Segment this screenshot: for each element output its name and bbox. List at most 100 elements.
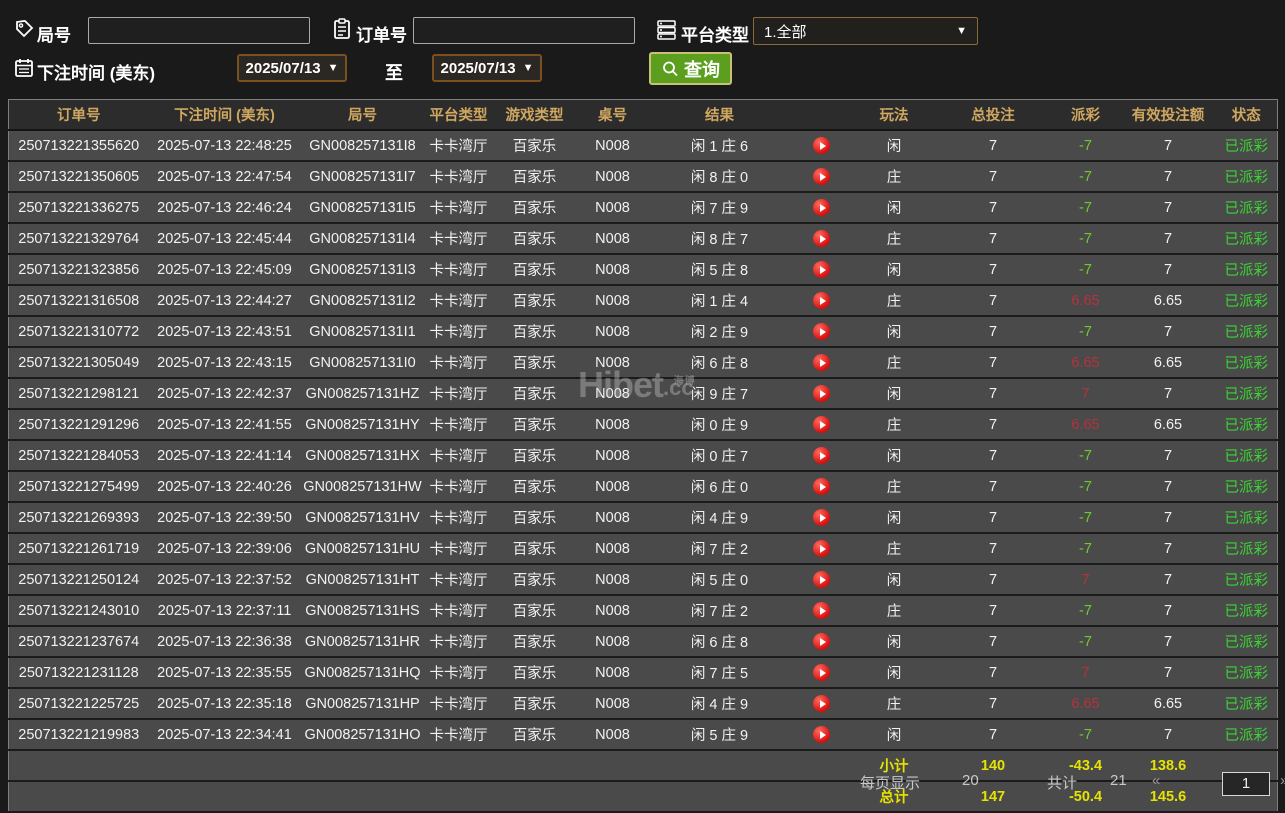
cell-result: 闲 7 庄 2 <box>648 533 791 565</box>
table-row: 250713221329764 2025-07-13 22:45:44 GN00… <box>8 223 1278 255</box>
date-range-to-label: 至 <box>385 63 403 83</box>
replay-play-button[interactable] <box>813 695 830 712</box>
search-button[interactable]: 查询 <box>649 52 732 85</box>
table-row: 250713221298121 2025-07-13 22:42:37 GN00… <box>8 378 1278 410</box>
replay-play-button[interactable] <box>813 633 830 650</box>
cell-table: N008 <box>576 316 649 348</box>
per-page-value[interactable]: 20 <box>962 772 979 789</box>
cell-payout: -7 <box>1050 471 1121 503</box>
replay-play-button[interactable] <box>813 323 830 340</box>
cell-bet-type: 庄 <box>852 688 936 720</box>
replay-play-button[interactable] <box>813 416 830 433</box>
play-icon <box>819 606 826 615</box>
cell-platform: 卡卡湾厅 <box>424 657 493 689</box>
platform-select[interactable]: 1.全部 ▼ <box>753 17 978 45</box>
cell-game: 百家乐 <box>492 533 577 565</box>
cell-order: 250713221305049 <box>8 347 149 379</box>
cell-order: 250713221237674 <box>8 626 149 658</box>
cell-total-bet: 7 <box>935 347 1051 379</box>
cell-game: 百家乐 <box>492 223 577 255</box>
replay-play-button[interactable] <box>813 261 830 278</box>
cell-round: GN008257131HX <box>300 440 425 472</box>
cell-payout: -7 <box>1050 533 1121 565</box>
table-row: 250713221350605 2025-07-13 22:47:54 GN00… <box>8 161 1278 193</box>
cell-payout: -7 <box>1050 719 1121 751</box>
cell-valid-bet: 6.65 <box>1120 688 1216 720</box>
play-icon <box>819 451 826 460</box>
replay-play-button[interactable] <box>813 664 830 681</box>
round-input[interactable] <box>88 17 310 44</box>
cell-bet-time: 2025-07-13 22:41:55 <box>148 409 301 441</box>
cell-table: N008 <box>576 533 649 565</box>
replay-play-button[interactable] <box>813 168 830 185</box>
replay-play-button[interactable] <box>813 478 830 495</box>
cell-bet-time: 2025-07-13 22:43:51 <box>148 316 301 348</box>
cell-replay <box>790 378 853 410</box>
cell-status: 已派彩 <box>1215 130 1278 162</box>
cell-round: GN008257131I3 <box>300 254 425 286</box>
replay-play-button[interactable] <box>813 571 830 588</box>
cell-bet-time: 2025-07-13 22:37:52 <box>148 564 301 596</box>
cell-order: 250713221350605 <box>8 161 149 193</box>
replay-play-button[interactable] <box>813 509 830 526</box>
cell-platform: 卡卡湾厅 <box>424 285 493 317</box>
cell-bet-type: 庄 <box>852 471 936 503</box>
cell-status: 已派彩 <box>1215 409 1278 441</box>
replay-play-button[interactable] <box>813 385 830 402</box>
cell-status: 已派彩 <box>1215 471 1278 503</box>
replay-play-button[interactable] <box>813 354 830 371</box>
replay-play-button[interactable] <box>813 230 830 247</box>
col-status: 状态 <box>1215 99 1278 131</box>
replay-play-button[interactable] <box>813 602 830 619</box>
cell-result: 闲 7 庄 9 <box>648 192 791 224</box>
cell-total-bet: 7 <box>935 378 1051 410</box>
cell-order: 250713221291296 <box>8 409 149 441</box>
cell-replay <box>790 130 853 162</box>
cell-status: 已派彩 <box>1215 564 1278 596</box>
cell-result: 闲 6 庄 8 <box>648 347 791 379</box>
replay-play-button[interactable] <box>813 137 830 154</box>
cell-game: 百家乐 <box>492 130 577 162</box>
cell-result: 闲 6 庄 8 <box>648 626 791 658</box>
cell-platform: 卡卡湾厅 <box>424 440 493 472</box>
next-page-button[interactable]: » <box>1280 772 1285 789</box>
cell-bet-time: 2025-07-13 22:34:41 <box>148 719 301 751</box>
current-page-input[interactable]: 1 <box>1222 772 1270 796</box>
cell-payout: 7 <box>1050 657 1121 689</box>
cell-bet-time: 2025-07-13 22:48:25 <box>148 130 301 162</box>
cell-order: 250713221323856 <box>8 254 149 286</box>
replay-play-button[interactable] <box>813 540 830 557</box>
col-replay <box>790 99 853 131</box>
cell-bet-type: 闲 <box>852 316 936 348</box>
date-from-select[interactable]: 2025/07/13 ▼ <box>237 54 347 82</box>
cell-status: 已派彩 <box>1215 626 1278 658</box>
prev-page-button[interactable]: « <box>1152 772 1160 789</box>
cell-bet-type: 闲 <box>852 502 936 534</box>
table-row: 250713221243010 2025-07-13 22:37:11 GN00… <box>8 595 1278 627</box>
replay-play-button[interactable] <box>813 292 830 309</box>
cell-valid-bet: 7 <box>1120 533 1216 565</box>
cell-bet-time: 2025-07-13 22:43:15 <box>148 347 301 379</box>
replay-play-button[interactable] <box>813 447 830 464</box>
round-icon <box>14 19 34 39</box>
cell-platform: 卡卡湾厅 <box>424 316 493 348</box>
cell-order: 250713221219983 <box>8 719 149 751</box>
cell-total-bet: 7 <box>935 719 1051 751</box>
cell-bet-time: 2025-07-13 22:39:06 <box>148 533 301 565</box>
cell-game: 百家乐 <box>492 657 577 689</box>
cell-bet-type: 闲 <box>852 254 936 286</box>
date-from-value: 2025/07/13 <box>245 59 321 77</box>
replay-play-button[interactable] <box>813 726 830 743</box>
date-to-select[interactable]: 2025/07/13 ▼ <box>432 54 542 82</box>
cell-result: 闲 2 庄 9 <box>648 316 791 348</box>
calendar-icon <box>14 58 34 78</box>
cell-order: 250713221310772 <box>8 316 149 348</box>
cell-order: 250713221275499 <box>8 471 149 503</box>
order-input[interactable] <box>413 17 635 44</box>
replay-play-button[interactable] <box>813 199 830 216</box>
cell-replay <box>790 533 853 565</box>
cell-status: 已派彩 <box>1215 254 1278 286</box>
cell-result: 闲 8 庄 0 <box>648 161 791 193</box>
cell-valid-bet: 7 <box>1120 719 1216 751</box>
cell-total-bet: 7 <box>935 564 1051 596</box>
